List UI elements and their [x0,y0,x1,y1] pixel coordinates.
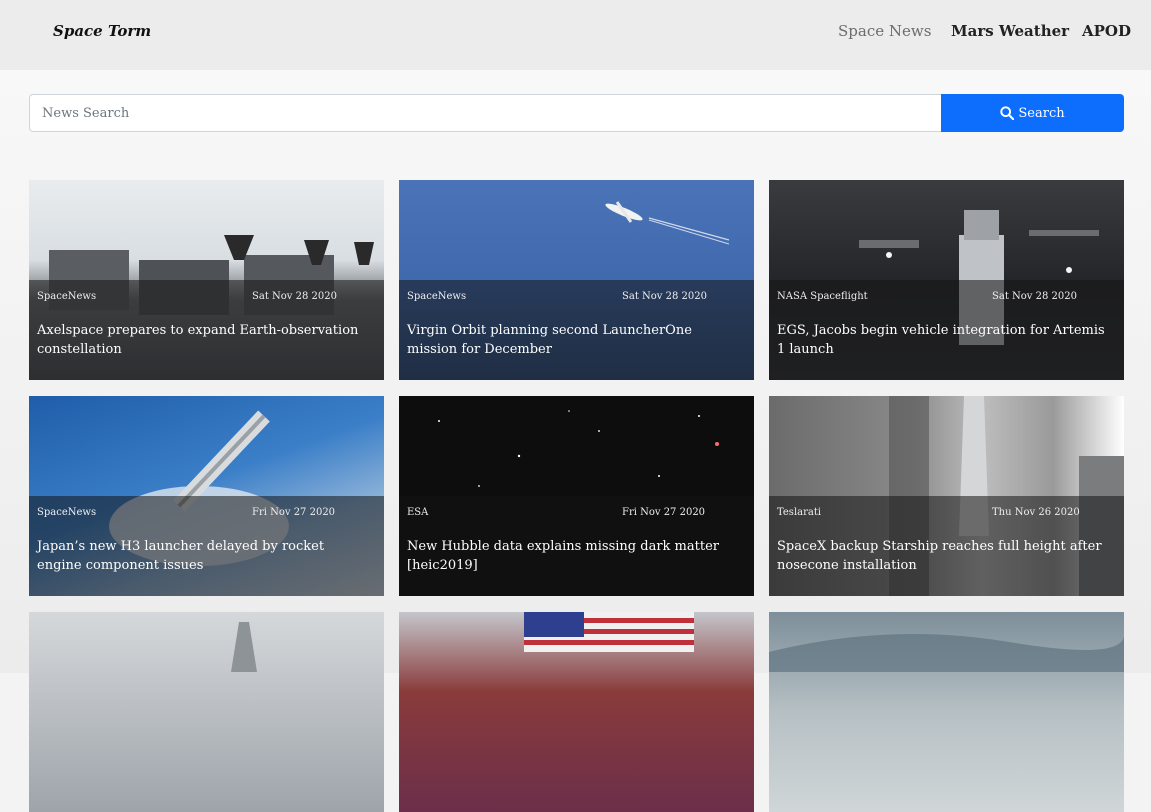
search-icon [1000,106,1015,120]
news-card[interactable]: SpaceNews Fri Nov 27 2020 Japan’s new H3… [29,396,384,596]
brand-logo[interactable]: Space Torm [53,22,151,40]
news-card-date: Sat Nov 28 2020 [252,291,337,302]
news-card-title[interactable]: Virgin Orbit planning second LauncherOne… [407,321,737,359]
nav-link-apod[interactable]: APOD [1082,22,1131,40]
news-card-image [399,612,754,812]
search-button-label: Search [1018,105,1065,121]
news-card-source: NASA Spaceflight [777,291,868,302]
news-card-title[interactable]: EGS, Jacobs begin vehicle integration fo… [777,321,1107,359]
news-card[interactable]: SpaceNews Sat Nov 28 2020 Virgin Orbit p… [399,180,754,380]
news-card-title[interactable]: Axelspace prepares to expand Earth-obser… [37,321,367,359]
news-card-date: Sat Nov 28 2020 [992,291,1077,302]
news-card[interactable] [769,612,1124,812]
news-card-source: SpaceNews [37,507,97,518]
news-card-source: ESA [407,507,429,518]
news-card-source: Teslarati [777,507,822,518]
news-card[interactable]: NASA Spaceflight Sat Nov 28 2020 EGS, Ja… [769,180,1124,380]
news-card-image [769,612,1124,812]
navbar: Space Torm Space News Mars Weather APOD [0,0,1151,70]
news-card[interactable] [399,612,754,812]
news-card-title[interactable]: New Hubble data explains missing dark ma… [407,537,737,575]
news-card[interactable]: ESA Fri Nov 27 2020 New Hubble data expl… [399,396,754,596]
news-card-date: Fri Nov 27 2020 [622,507,706,518]
news-card[interactable]: Teslarati Thu Nov 26 2020 SpaceX backup … [769,396,1124,596]
news-search-input[interactable] [29,94,941,132]
news-card-date: Fri Nov 27 2020 [252,507,336,518]
search-button[interactable]: Search [941,94,1124,132]
news-card-date: Sat Nov 28 2020 [622,291,707,302]
nav-link-mars-weather[interactable]: Mars Weather [951,22,1069,40]
news-card[interactable]: SpaceNews Sat Nov 28 2020 Axelspace prep… [29,180,384,380]
nav-link-space-news[interactable]: Space News [838,22,931,40]
news-card-title[interactable]: Japan’s new H3 launcher delayed by rocke… [37,537,367,575]
news-card[interactable] [29,612,384,812]
news-card-title[interactable]: SpaceX backup Starship reaches full heig… [777,537,1107,575]
news-card-image [29,612,384,812]
news-card-source: SpaceNews [407,291,467,302]
news-card-date: Thu Nov 26 2020 [992,507,1080,518]
news-card-source: SpaceNews [37,291,97,302]
